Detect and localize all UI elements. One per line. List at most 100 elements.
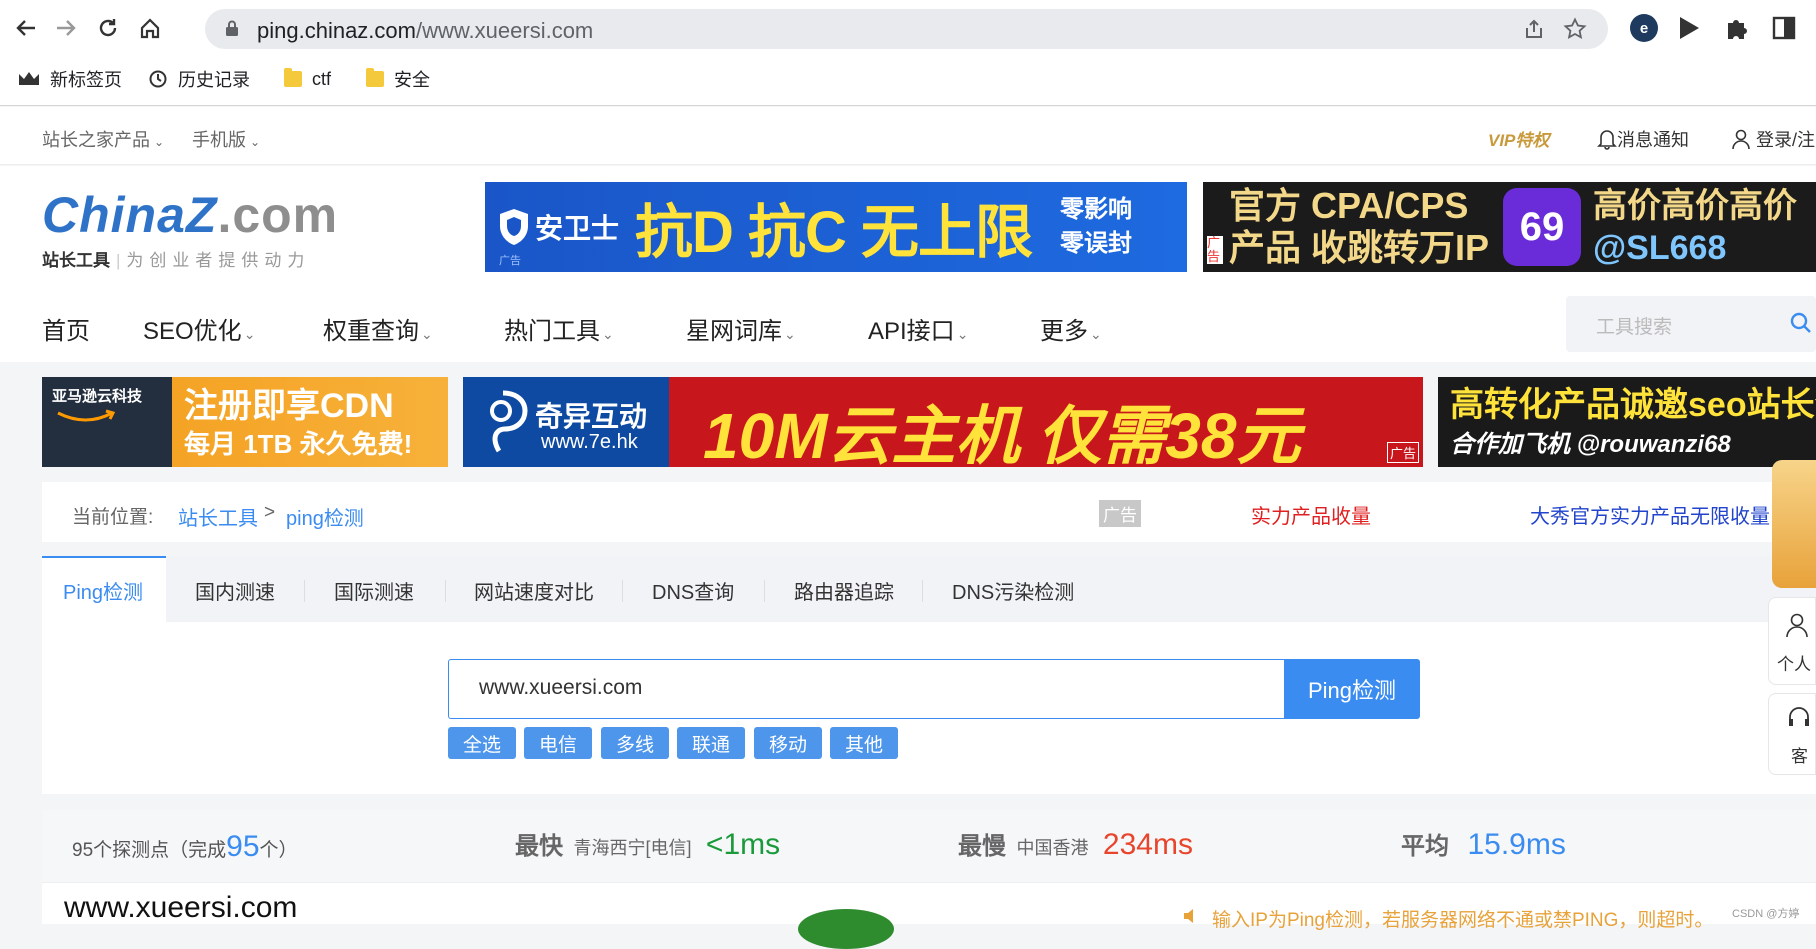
share-icon[interactable]: [1523, 18, 1545, 40]
nav-home[interactable]: 首页: [42, 311, 90, 346]
tab-domestic-speed[interactable]: 国内测速: [195, 576, 275, 605]
sidepanel-icon[interactable]: [1772, 15, 1796, 41]
ping-tool-card: Ping检测 国内测速 国际测速 网站速度对比 DNS查询 路由器追踪 DNS污…: [42, 556, 1816, 794]
tab-speed-compare[interactable]: 网站速度对比: [474, 576, 594, 605]
side-personal[interactable]: 个人: [1768, 597, 1816, 685]
filter-mobile[interactable]: 移动: [754, 727, 822, 759]
filter-other[interactable]: 其他: [830, 727, 898, 759]
star-icon[interactable]: [1563, 17, 1587, 41]
play-extension-icon[interactable]: [1677, 15, 1701, 41]
ad-tag: 广告: [499, 255, 521, 267]
ad-qiyi-main: 10M云主机 仅需38元: [703, 400, 1301, 467]
site-topbar: 站长之家产品 ⌄ 手机版 ⌄ VIP特权 消息通知 登录/注: [0, 107, 1816, 165]
ad-tag: 广告: [1386, 442, 1419, 463]
products-label: 站长之家产品: [42, 130, 150, 150]
side-service[interactable]: 客: [1768, 693, 1816, 775]
text-ad-2[interactable]: 大秀官方实力产品无限收量: [1530, 500, 1770, 529]
crown-icon: [19, 72, 39, 85]
ad-cpa-line2: 产品 收跳转万IP: [1229, 227, 1490, 268]
tab-dns-query[interactable]: DNS查询: [652, 576, 734, 605]
breadcrumb-separator: >: [264, 502, 276, 523]
tab-ping[interactable]: Ping检测: [63, 576, 143, 605]
nav-words[interactable]: 星网词库 ⌄: [686, 311, 796, 346]
bookmark-newtab[interactable]: 新标签页: [18, 64, 122, 94]
home-button[interactable]: [132, 10, 168, 46]
tab-dns-pollution[interactable]: DNS污染检测: [952, 576, 1074, 605]
arrow-left-icon: [16, 20, 35, 36]
tool-search-input[interactable]: 工具搜索: [1566, 296, 1816, 352]
csdn-watermark: CSDN @方婷: [1732, 905, 1800, 921]
products-menu[interactable]: 站长之家产品 ⌄: [42, 126, 164, 152]
tool-search-placeholder: 工具搜索: [1596, 317, 1673, 338]
logo-main: ChinaZ: [42, 187, 218, 243]
fastest-location: 青海西宁[电信]: [573, 838, 692, 858]
forward-button[interactable]: [48, 10, 84, 46]
tab-divider: [445, 580, 446, 602]
address-bar[interactable]: ping.chinaz.com/www.xueersi.com: [205, 9, 1608, 49]
text-ad-1[interactable]: 实力产品收量: [1251, 500, 1371, 529]
nav-hot-tools[interactable]: 热门工具 ⌄: [504, 311, 614, 346]
nav-label: 星网词库: [686, 318, 782, 345]
extension-e-icon[interactable]: e: [1630, 14, 1658, 42]
ping-host-input[interactable]: www.xueersi.com: [448, 659, 1286, 719]
tab-divider: [764, 580, 765, 602]
filter-telecom[interactable]: 电信: [524, 727, 592, 759]
filter-all[interactable]: 全选: [448, 727, 516, 759]
ad-seo-line2: 合作加飞机 @rouwanzi68: [1450, 431, 1731, 458]
ad-anweishi-brand: 安卫士: [535, 213, 620, 244]
mobile-label: 手机版: [192, 130, 246, 150]
ad-amazon[interactable]: 亚马逊云科技 注册即享CDN 每月 1TB 永久免费!: [42, 377, 448, 467]
slowest-label: 最慢: [958, 833, 1006, 860]
ping-stats: 95个探测点（完成95个） 最快 青海西宁[电信] <1ms 最慢 中国香港 2…: [42, 810, 1816, 882]
nav-seo[interactable]: SEO优化 ⌄: [143, 311, 255, 346]
bookmark-history[interactable]: 历史记录: [148, 64, 250, 94]
nav-weight[interactable]: 权重查询 ⌄: [323, 311, 433, 346]
bell-icon: [1597, 130, 1617, 150]
reload-button[interactable]: [90, 10, 126, 46]
ad-tag: 广告: [1207, 236, 1223, 264]
tab-intl-speed[interactable]: 国际测速: [334, 576, 414, 605]
shield-icon: [500, 209, 528, 245]
chinaz-logo[interactable]: ChinaZ.com 站长工具 | 为创业者提供动力: [42, 186, 338, 271]
headset-icon: [1789, 707, 1809, 726]
url-host: ping.chinaz.com: [257, 18, 416, 43]
back-button[interactable]: [8, 10, 44, 46]
puzzle-icon[interactable]: [1724, 15, 1750, 41]
nav-label: 权重查询: [323, 318, 419, 345]
login-link[interactable]: 登录/注: [1730, 126, 1815, 152]
bookmark-security[interactable]: 安全: [366, 64, 430, 94]
filter-unicom[interactable]: 联通: [677, 727, 745, 759]
chevron-down-icon: ⌄: [250, 135, 261, 149]
notifications-label: 消息通知: [1617, 130, 1689, 150]
tab-route-trace[interactable]: 路由器追踪: [794, 576, 894, 605]
mobile-menu[interactable]: 手机版 ⌄: [192, 126, 260, 152]
notifications-link[interactable]: 消息通知: [1597, 126, 1689, 152]
ad-anweishi-side2: 零误封: [1060, 230, 1133, 257]
ad-anweishi[interactable]: 安卫士 抗D 抗C 无上限 零影响 零误封 广告: [485, 182, 1187, 272]
fastest-stat: 最快 青海西宁[电信] <1ms: [515, 826, 780, 862]
bookmark-ctf[interactable]: ctf: [284, 64, 331, 94]
ping-result-header: www.xueersi.com 输入IP为Ping检测，若服务器网络不通或禁PI…: [42, 882, 1816, 949]
filter-multiline[interactable]: 多线: [601, 727, 669, 759]
chevron-down-icon: ⌄: [243, 326, 256, 342]
vip-link[interactable]: VIP特权: [1488, 126, 1549, 151]
ad-qiyi[interactable]: 奇异互动 www.7e.hk 10M云主机 仅需38元 广告: [463, 377, 1423, 467]
url-text: ping.chinaz.com/www.xueersi.com: [257, 18, 593, 44]
ad-anweishi-side1: 零影响: [1060, 196, 1133, 223]
vip-float-badge[interactable]: [1772, 460, 1816, 588]
chevron-down-icon: ⌄: [956, 326, 969, 342]
nav-api[interactable]: API接口 ⌄: [868, 311, 968, 346]
search-icon[interactable]: [1790, 312, 1812, 334]
ad-seo[interactable]: 高转化产品诚邀seo站长合作 合作加飞机 @rouwanzi68: [1438, 377, 1816, 467]
probe-count-suffix: 个）: [259, 840, 298, 861]
ad-cpa-logo: 69: [1503, 188, 1582, 266]
breadcrumb-root-link[interactable]: 站长工具: [178, 502, 258, 531]
average-value: 15.9ms: [1467, 828, 1566, 861]
ping-submit-button[interactable]: Ping检测: [1284, 659, 1420, 719]
smile-arrow-icon: [57, 409, 116, 422]
slowest-value: 234ms: [1102, 828, 1193, 861]
nav-more[interactable]: 更多 ⌄: [1040, 311, 1102, 346]
ad-amazon-line2: 每月 1TB 永久免费!: [184, 429, 413, 459]
ad-cpa[interactable]: 官方 CPA/CPS 产品 收跳转万IP 69 高价高价高价 @SL668 广告: [1203, 182, 1816, 272]
folder-icon: [284, 68, 302, 87]
